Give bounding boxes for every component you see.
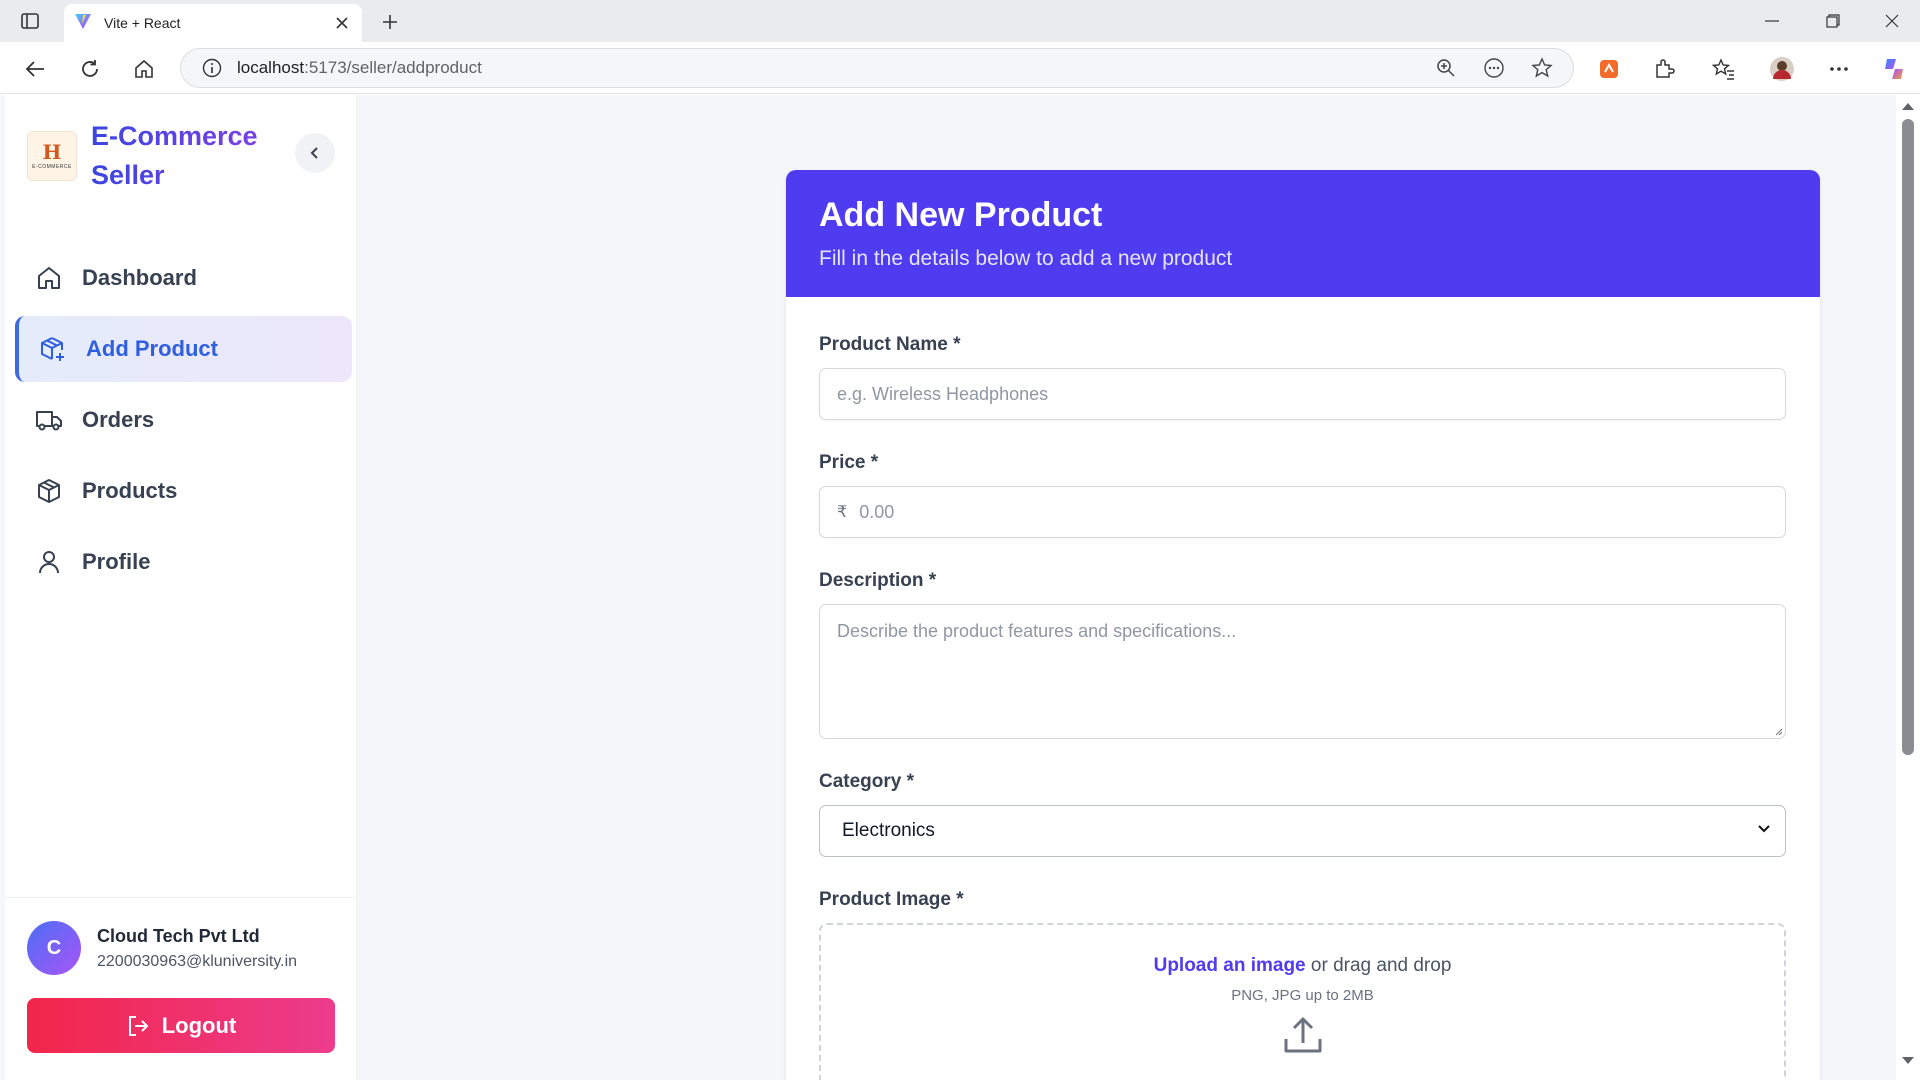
category-label: Category * <box>819 771 915 792</box>
description-placeholder: Describe the product features and specif… <box>837 621 1237 641</box>
home-browser-icon[interactable] <box>131 56 157 82</box>
address-bar-row: localhost:5173/seller/addproduct <box>0 42 1920 94</box>
upload-hint: PNG, JPG up to 2MB <box>1231 987 1374 1004</box>
card-header: Add New Product Fill in the details belo… <box>786 170 1820 297</box>
new-tab-icon[interactable] <box>378 10 402 34</box>
sidebar: H E-COMMERCE E-Commerce Seller Dashboard <box>5 95 357 1080</box>
product-name-input[interactable]: e.g. Wireless Headphones <box>819 368 1786 420</box>
brand: H E-COMMERCE E-Commerce Seller <box>27 117 258 195</box>
box-icon <box>35 477 63 505</box>
tab-title: Vite + React <box>104 15 181 31</box>
brand-logo: H E-COMMERCE <box>27 131 77 181</box>
minimize-icon[interactable] <box>1760 10 1784 32</box>
tab-actions-icon[interactable] <box>16 10 44 32</box>
package-plus-icon <box>39 335 67 363</box>
upload-link[interactable]: Upload an image <box>1154 955 1306 976</box>
scroll-down-icon[interactable] <box>1902 1057 1914 1064</box>
close-window-icon[interactable] <box>1880 10 1904 32</box>
sidebar-item-profile[interactable]: Profile <box>15 529 352 595</box>
logout-icon <box>126 1014 150 1038</box>
add-product-card: Add New Product Fill in the details belo… <box>786 170 1820 1080</box>
collapse-sidebar-button[interactable] <box>295 133 335 173</box>
profile-avatar-icon[interactable] <box>1768 55 1796 83</box>
truck-icon <box>35 406 63 434</box>
product-name-label: Product Name * <box>819 334 961 355</box>
image-dropzone[interactable]: Upload an image or drag and drop PNG, JP… <box>819 923 1786 1080</box>
user-name: Cloud Tech Pvt Ltd <box>97 925 260 946</box>
product-name-placeholder: e.g. Wireless Headphones <box>837 383 1049 404</box>
logout-button[interactable]: Logout <box>27 998 335 1053</box>
site-info-icon[interactable] <box>197 53 227 83</box>
close-tab-icon[interactable] <box>332 13 352 33</box>
sidebar-item-label: Products <box>82 478 178 503</box>
home-icon <box>35 264 63 292</box>
favorites-icon[interactable] <box>1710 55 1738 83</box>
page-title: Add New Product <box>819 196 1103 234</box>
url-input[interactable]: localhost:5173/seller/addproduct <box>180 48 1574 88</box>
chevron-down-icon <box>1758 825 1770 833</box>
copilot-icon[interactable] <box>1880 55 1908 83</box>
user-card: C Cloud Tech Pvt Ltd 2200030963@kluniver… <box>27 921 297 975</box>
sidebar-item-label: Add Product <box>86 336 218 361</box>
sidebar-item-label: Profile <box>82 549 151 574</box>
scrollbar-thumb[interactable] <box>1902 119 1914 755</box>
user-email: 2200030963@kluniversity.in <box>97 952 298 970</box>
category-select[interactable]: Electronics <box>819 805 1786 857</box>
extension-orange-icon[interactable] <box>1595 55 1623 83</box>
page-scrollbar[interactable] <box>1896 95 1920 1080</box>
rupee-icon: ₹ <box>837 504 848 521</box>
upload-icon <box>1280 1012 1326 1058</box>
logout-label: Logout <box>161 1012 237 1038</box>
sidebar-nav: Dashboard Add Product Orders Products Pr… <box>15 245 352 600</box>
description-label: Description * <box>819 570 937 591</box>
upload-text: Upload an image or drag and drop <box>1153 955 1452 976</box>
description-textarea[interactable]: Describe the product features and specif… <box>819 604 1786 739</box>
product-form: Product Name * e.g. Wireless Headphones … <box>786 297 1820 1080</box>
zoom-icon[interactable] <box>1429 53 1463 83</box>
sidebar-item-add-product[interactable]: Add Product <box>15 316 352 382</box>
restore-icon[interactable] <box>1821 10 1845 32</box>
product-image-label: Product Image * <box>819 889 964 910</box>
page-subtitle: Fill in the details below to add a new p… <box>819 247 1233 270</box>
url-text: localhost:5173/seller/addproduct <box>237 58 482 77</box>
category-value: Electronics <box>842 820 935 841</box>
back-icon[interactable] <box>22 56 48 82</box>
user-icon <box>35 548 63 576</box>
chevron-left-icon <box>310 147 318 159</box>
browser-tab-bar: Vite + React <box>0 0 1920 42</box>
divider <box>5 897 356 898</box>
avatar: C <box>27 921 81 975</box>
sidebar-item-label: Orders <box>82 407 155 432</box>
sidebar-item-products[interactable]: Products <box>15 458 352 524</box>
sidebar-item-orders[interactable]: Orders <box>15 387 352 453</box>
read-aloud-icon[interactable] <box>1477 53 1511 83</box>
price-input[interactable]: ₹ 0.00 <box>819 486 1786 538</box>
sidebar-item-dashboard[interactable]: Dashboard <box>15 245 352 311</box>
brand-title: E-Commerce Seller <box>91 117 258 195</box>
resize-handle-icon[interactable] <box>1773 726 1783 736</box>
favorite-star-icon[interactable] <box>1525 53 1559 83</box>
vite-favicon-icon <box>74 12 92 35</box>
price-placeholder: 0.00 <box>859 501 895 522</box>
page-viewport: H E-COMMERCE E-Commerce Seller Dashboard <box>0 95 1920 1080</box>
price-label: Price * <box>819 452 879 473</box>
more-options-icon[interactable] <box>1825 55 1853 83</box>
scroll-up-icon[interactable] <box>1902 103 1914 110</box>
extensions-puzzle-icon[interactable] <box>1650 55 1678 83</box>
browser-tab[interactable]: Vite + React <box>64 4 362 42</box>
sidebar-item-label: Dashboard <box>82 265 197 290</box>
reload-icon[interactable] <box>77 56 103 82</box>
